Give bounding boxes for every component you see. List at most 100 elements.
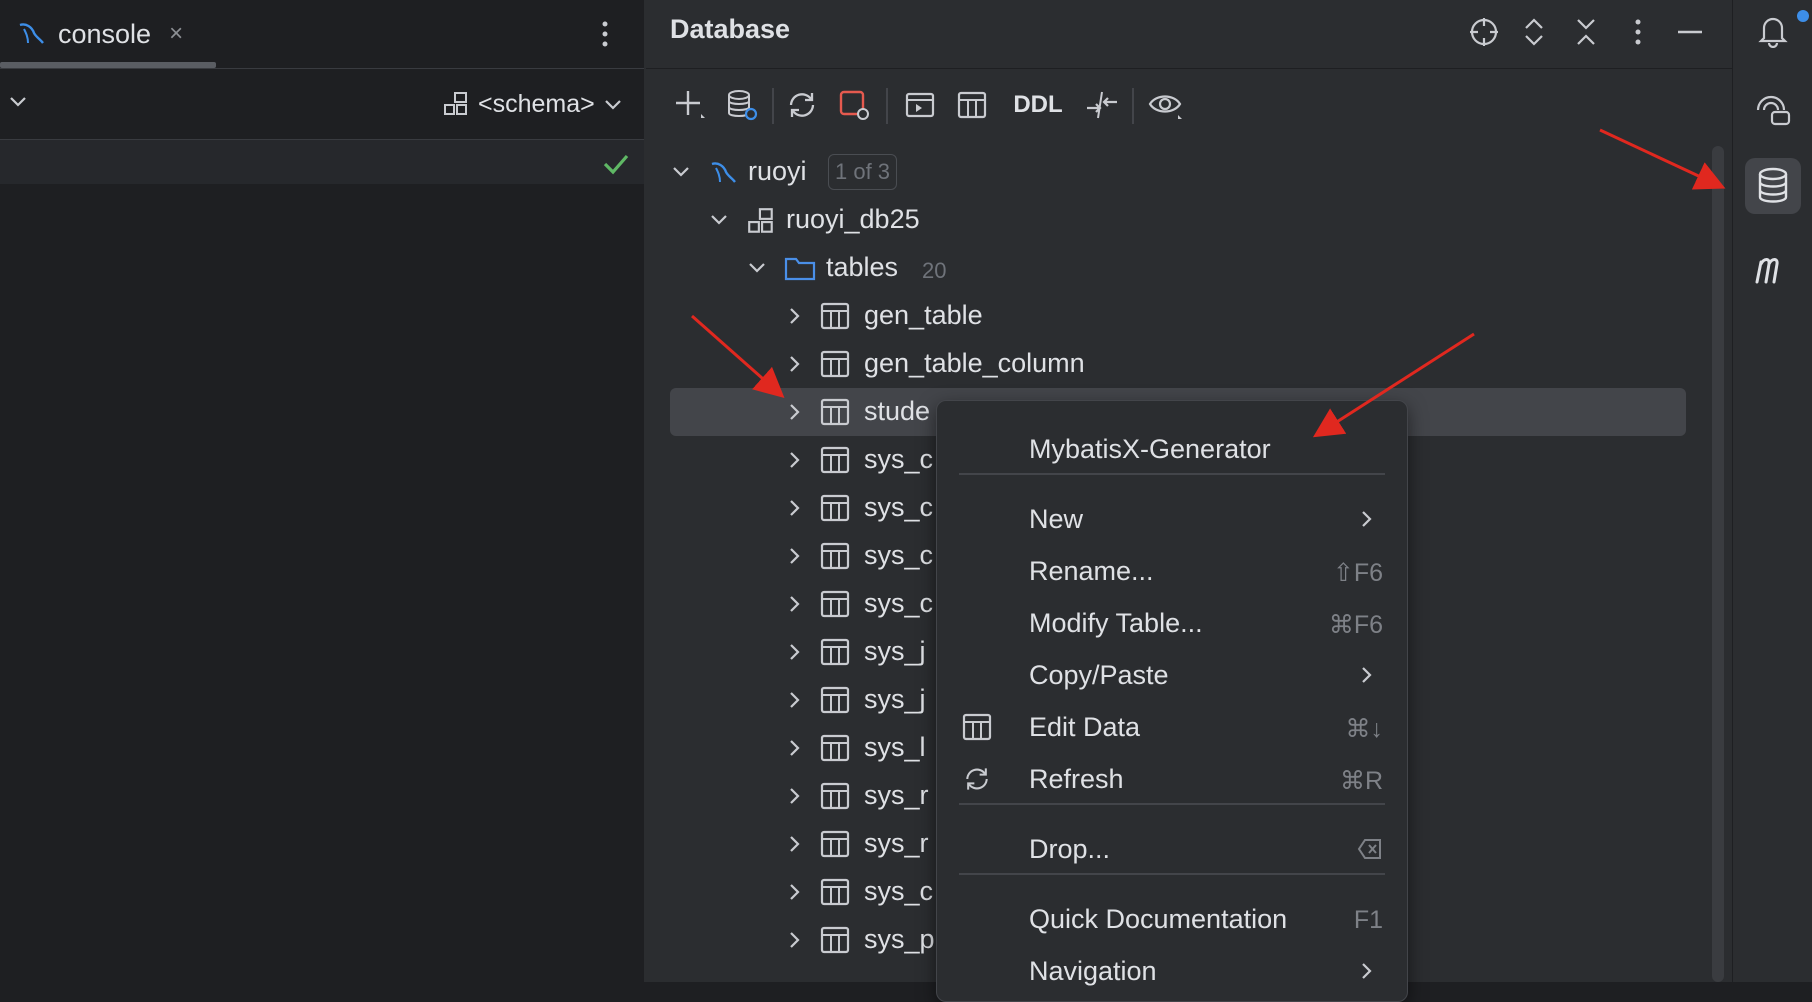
tab-console[interactable]: console ×: [0, 0, 216, 68]
table-icon: [820, 878, 850, 906]
chevron-down-icon[interactable]: [746, 257, 768, 279]
table-icon: [961, 713, 993, 741]
table-name: stude: [864, 396, 931, 426]
ai-assistant-button[interactable]: [1745, 82, 1801, 138]
schema-selector[interactable]: <schema>: [442, 87, 623, 121]
menu-item-shortcut: ⌘F6: [1328, 611, 1383, 639]
chevron-right-icon[interactable]: [784, 401, 806, 423]
tree-node-table[interactable]: gen_table_column: [670, 340, 1686, 388]
menu-item-label: New: [1029, 504, 1084, 534]
menu-separator: [959, 873, 1385, 875]
menu-item-drop[interactable]: Drop...: [957, 823, 1387, 875]
editor-tab-bar: console ×: [0, 0, 644, 69]
menu-item-copy-paste[interactable]: Copy/Paste: [957, 649, 1387, 701]
tree-node-schema[interactable]: ruoyi_db25: [670, 196, 1686, 244]
chevron-right-icon[interactable]: [784, 689, 806, 711]
chevron-right-icon[interactable]: [784, 449, 806, 471]
tree-node-table[interactable]: gen_table: [670, 292, 1686, 340]
table-name: sys_c: [864, 588, 934, 618]
table-icon: [820, 446, 850, 474]
menu-item-modify-table[interactable]: Modify Table... ⌘F6: [957, 597, 1387, 649]
table-icon: [820, 494, 850, 522]
table-name: sys_r: [864, 780, 929, 810]
delete-key-icon: [1357, 838, 1383, 860]
table-name: sys_p: [864, 924, 935, 954]
table-icon: [820, 926, 850, 954]
mysql-console-icon: [16, 19, 46, 49]
menu-item-label: MybatisX-Generator: [1029, 434, 1271, 464]
tab-label: console: [58, 18, 152, 49]
folder-name: tables: [826, 252, 899, 282]
table-name: gen_table_column: [864, 348, 1085, 378]
close-icon[interactable]: ×: [169, 20, 183, 48]
connection-name: ruoyi: [748, 156, 807, 186]
tree-node-connection[interactable]: ruoyi 1 of 3: [670, 148, 1686, 196]
menu-item-label: Modify Table...: [1029, 608, 1203, 638]
table-icon: [820, 398, 850, 426]
table-name: sys_c: [864, 444, 934, 474]
chevron-right-icon[interactable]: [784, 353, 806, 375]
more-options-icon[interactable]: [590, 10, 620, 58]
menu-item-shortcut: F1: [1353, 906, 1383, 934]
table-name: sys_c: [864, 540, 934, 570]
menu-item-label: Quick Documentation: [1029, 904, 1288, 934]
chevron-right-icon[interactable]: [784, 641, 806, 663]
table-icon: [820, 686, 850, 714]
tree-scrollbar[interactable]: [1712, 146, 1724, 982]
table-icon: [820, 590, 850, 618]
notification-dot: [1797, 10, 1809, 22]
current-editor-line[interactable]: [0, 140, 644, 184]
mybatisx-icon[interactable]: [1745, 240, 1801, 296]
schema-icon: [442, 90, 470, 118]
chevron-right-icon[interactable]: [784, 881, 806, 903]
right-tool-stripe: [1732, 0, 1812, 982]
menu-item-mybatisx-generator[interactable]: MybatisX-Generator: [957, 423, 1387, 475]
chevron-right-icon[interactable]: [784, 305, 806, 327]
menu-item-rename[interactable]: Rename... ⇧F6: [957, 545, 1387, 597]
chevron-down-icon[interactable]: [8, 91, 28, 111]
schema-name: ruoyi_db25: [786, 204, 920, 234]
table-icon: [820, 782, 850, 810]
menu-item-label: Rename...: [1029, 556, 1154, 586]
menu-separator: [959, 473, 1385, 475]
menu-item-shortcut: ⇧F6: [1332, 559, 1383, 587]
menu-item-label: Navigation: [1029, 956, 1157, 986]
table-name: sys_r: [864, 828, 929, 858]
tree-node-tables-folder[interactable]: tables 20: [670, 244, 1686, 292]
table-icon: [820, 302, 850, 330]
chevron-right-icon[interactable]: [784, 737, 806, 759]
menu-item-refresh[interactable]: Refresh ⌘R: [957, 753, 1387, 805]
table-icon: [820, 542, 850, 570]
menu-item-quick-documentation[interactable]: Quick Documentation F1: [957, 893, 1387, 945]
menu-item-edit-data[interactable]: Edit Data ⌘↓: [957, 701, 1387, 753]
menu-item-label: Copy/Paste: [1029, 660, 1169, 690]
chevron-right-icon: [1357, 961, 1377, 981]
refresh-icon: [961, 765, 993, 793]
menu-separator: [959, 803, 1385, 805]
notifications-button[interactable]: [1745, 2, 1809, 58]
chevron-right-icon: [1357, 509, 1377, 529]
chevron-right-icon[interactable]: [784, 929, 806, 951]
tables-count: 20: [922, 258, 947, 283]
chevron-right-icon[interactable]: [784, 785, 806, 807]
chevron-down-icon[interactable]: [670, 161, 692, 183]
chevron-right-icon[interactable]: [784, 545, 806, 567]
chevron-right-icon: [1357, 665, 1377, 685]
menu-item-navigation[interactable]: Navigation: [957, 945, 1387, 997]
table-name: sys_l: [864, 732, 926, 762]
table-name: sys_c: [864, 876, 934, 906]
schema-label: <schema>: [478, 89, 595, 118]
table-name: sys_j: [864, 684, 926, 714]
active-tab-indicator: [0, 62, 216, 68]
chevron-right-icon[interactable]: [784, 833, 806, 855]
mysql-icon: [708, 158, 738, 188]
chevron-right-icon[interactable]: [784, 497, 806, 519]
context-menu: MybatisX-Generator New Rename... ⇧F6 Modify …: [936, 400, 1408, 1002]
database-tool-button[interactable]: [1745, 158, 1801, 214]
chevron-right-icon[interactable]: [784, 593, 806, 615]
chevron-down-icon[interactable]: [708, 209, 730, 231]
table-icon: [820, 734, 850, 762]
chevron-down-icon: [603, 94, 623, 114]
menu-item-new[interactable]: New: [957, 493, 1387, 545]
table-icon: [820, 830, 850, 858]
